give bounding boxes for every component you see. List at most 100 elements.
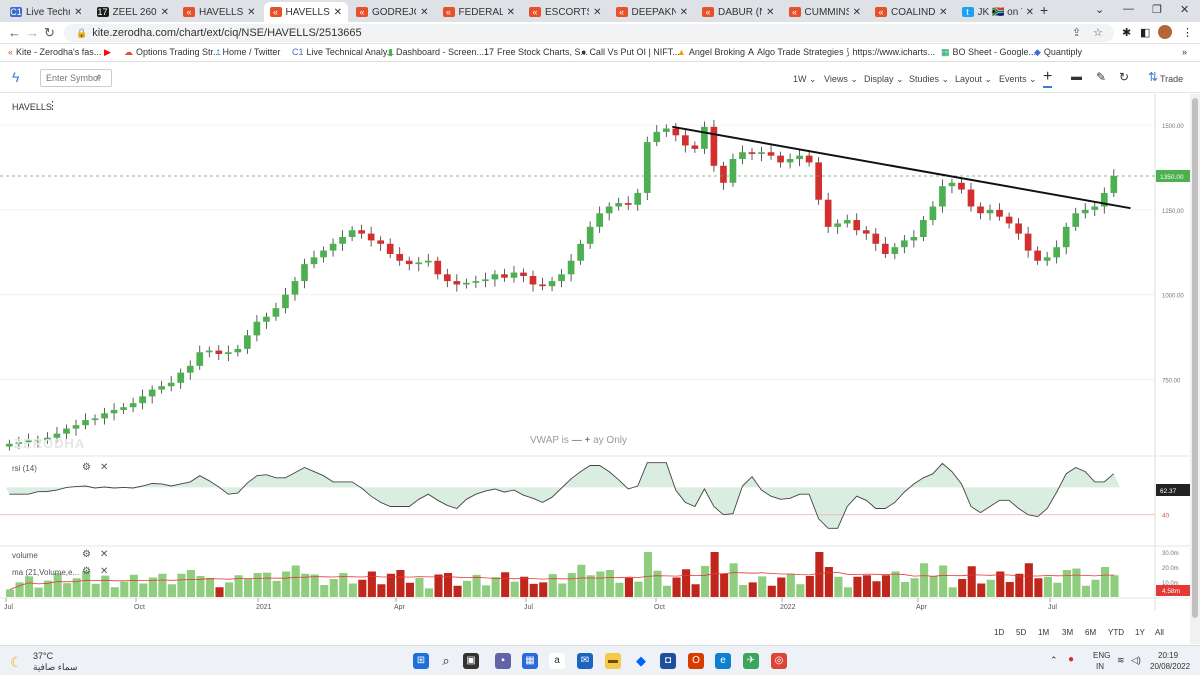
browser-tab-10[interactable]: « COALINDIA (✕	[869, 2, 954, 22]
profile-avatar[interactable]	[1158, 25, 1172, 39]
bookmark-item[interactable]: ◆ Quantiply	[1034, 47, 1082, 58]
menu-layout[interactable]: Layout ⌄	[955, 74, 992, 85]
vwap-toggle-icon[interactable]: — +	[572, 435, 591, 446]
windows-start-icon[interactable]: ⊞	[413, 653, 429, 669]
weather-temp[interactable]: 37°C	[33, 651, 53, 661]
chrome-browser-icon[interactable]: ◎	[771, 653, 787, 669]
bookmark-item[interactable]: ▦ BO Sheet - Google...	[941, 47, 1036, 58]
task-view-icon[interactable]: ▣	[463, 653, 479, 669]
trade-icon[interactable]: ⇅	[1148, 70, 1158, 84]
tab-close-icon[interactable]: ✕	[680, 7, 688, 18]
volume-close-icon[interactable]: ✕	[100, 549, 108, 560]
tray-app-icon[interactable]: ●	[1068, 654, 1074, 665]
bookmark-item[interactable]: ▶	[104, 47, 114, 58]
close-window-icon[interactable]: ✕	[1180, 3, 1189, 16]
menu-views[interactable]: Views ⌄	[824, 74, 858, 85]
bookmark-item[interactable]: ▲ Angel Broking	[677, 47, 745, 57]
tab-close-icon[interactable]: ✕	[74, 7, 82, 18]
tab-close-icon[interactable]: ✕	[593, 7, 601, 18]
tab-close-icon[interactable]: ✕	[334, 7, 342, 18]
ma-close-icon[interactable]: ✕	[100, 566, 108, 577]
minimize-icon[interactable]: —	[1123, 3, 1134, 15]
extensions-icon[interactable]: ✱	[1122, 26, 1131, 39]
range-button-3m[interactable]: 3M	[1062, 628, 1073, 637]
rsi-settings-gear-icon[interactable]: ⚙	[82, 462, 91, 473]
tab-close-icon[interactable]: ✕	[766, 7, 774, 18]
new-tab-button[interactable]: +	[1040, 2, 1048, 18]
wifi-icon[interactable]: ≋	[1117, 655, 1125, 666]
range-button-1y[interactable]: 1Y	[1135, 628, 1145, 637]
back-icon[interactable]: ←	[8, 25, 21, 40]
tab-close-icon[interactable]: ✕	[161, 7, 169, 18]
notepad-icon[interactable]: a	[549, 653, 565, 669]
crosshair-icon[interactable]: +	[1043, 68, 1053, 88]
browser-tab-6[interactable]: « ESCORTS (NS✕	[523, 2, 608, 22]
more-bookmarks-icon[interactable]: »	[1182, 47, 1187, 57]
range-button-all[interactable]: All	[1155, 628, 1164, 637]
menu-events[interactable]: Events ⌄	[999, 74, 1037, 85]
store-icon[interactable]: ◘	[660, 653, 676, 669]
menu-display[interactable]: Display ⌄	[864, 74, 904, 85]
range-button-ytd[interactable]: YTD	[1108, 628, 1124, 637]
tab-close-icon[interactable]: ✕	[853, 7, 861, 18]
range-button-1d[interactable]: 1D	[994, 628, 1004, 637]
bookmark-item[interactable]: ☁ Options Trading Str...	[124, 47, 221, 58]
volume-settings-gear-icon[interactable]: ⚙	[82, 549, 91, 560]
chart-container[interactable]: 1500.00 1250.00 1000.00 750.00 1350.00 62.37 4…	[0, 94, 1200, 622]
bookmark-item[interactable]: t Home / Twitter	[217, 47, 280, 57]
language-indicator[interactable]: ENG	[1093, 651, 1110, 660]
tab-close-icon[interactable]: ✕	[507, 7, 515, 18]
reset-icon[interactable]: ↻	[1119, 70, 1129, 84]
range-button-6m[interactable]: 6M	[1085, 628, 1096, 637]
bookmark-star-icon[interactable]: ☆	[1093, 26, 1103, 39]
browser-tab-8[interactable]: « DABUR (NSE) ✕	[696, 2, 781, 22]
browser-tab-4[interactable]: « GODREJCP (N ✕	[350, 2, 435, 22]
reload-icon[interactable]: ↻	[44, 25, 55, 41]
tab-close-icon[interactable]: ✕	[939, 7, 947, 18]
browser-tab-0[interactable]: C1 Live Technica ✕	[4, 2, 89, 22]
symbol-options-icon[interactable]: ⋮	[47, 99, 58, 112]
forward-icon[interactable]: →	[26, 25, 39, 40]
scrollbar-thumb[interactable]	[1192, 98, 1198, 618]
browser-tab-7[interactable]: «DEEPAKNTR (✕	[610, 2, 695, 22]
dropbox-icon[interactable]: ◆	[633, 653, 649, 669]
bookmark-item[interactable]: «Kite - Zerodha's fas...	[8, 47, 101, 57]
edge-browser-icon[interactable]: e	[715, 653, 731, 669]
restore-icon[interactable]: ❐	[1152, 3, 1162, 16]
browser-tab-9[interactable]: «CUMMINSIN ✕	[783, 2, 868, 22]
range-button-5d[interactable]: 5D	[1016, 628, 1026, 637]
teams-chat-icon[interactable]: ▪	[495, 653, 511, 669]
rsi-close-icon[interactable]: ✕	[100, 462, 108, 473]
range-button-1m[interactable]: 1M	[1038, 628, 1049, 637]
bookmark-item[interactable]: ▮ Dashboard - Screen...	[388, 47, 484, 58]
tab-search-icon[interactable]: ⌄	[1095, 3, 1104, 16]
bookmark-item[interactable]: A Algo Trade Strategies	[748, 47, 844, 57]
trade-button[interactable]: Trade	[1160, 74, 1183, 84]
tab-close-icon[interactable]: ✕	[1026, 7, 1034, 18]
chat-app-icon[interactable]: ✈	[743, 653, 759, 669]
share-icon[interactable]: ⇪	[1072, 26, 1081, 39]
interval-selector[interactable]: 1W ⌄	[793, 74, 817, 85]
clock-time[interactable]: 20:19	[1158, 651, 1178, 660]
tab-close-icon[interactable]: ✕	[247, 7, 255, 18]
browser-menu-icon[interactable]: ⋮	[1182, 26, 1193, 39]
lightning-icon[interactable]: ϟ	[12, 69, 19, 85]
page-scrollbar[interactable]	[1190, 94, 1200, 644]
ma-settings-gear-icon[interactable]: ⚙	[82, 566, 91, 577]
volume-icon[interactable]: ◁)	[1131, 655, 1141, 666]
mail-icon[interactable]: ✉	[577, 653, 593, 669]
draw-pencil-icon[interactable]: ✎	[1096, 70, 1106, 84]
weather-moon-icon[interactable]: ☾	[10, 654, 23, 671]
bookmark-item[interactable]: C1 Live Technical Analy...	[292, 47, 394, 57]
file-explorer-icon[interactable]: ▬	[605, 653, 621, 669]
side-panel-icon[interactable]: ◧	[1140, 26, 1150, 39]
menu-studies[interactable]: Studies ⌄	[909, 74, 949, 85]
price-chart-svg[interactable]: 1500.00 1250.00 1000.00 750.00 1350.00 62.37 4…	[0, 94, 1190, 622]
search-icon[interactable]: ⌕	[438, 653, 454, 669]
bookmark-item[interactable]: ● Call Vs Put OI | NIFT...	[581, 47, 680, 57]
search-icon[interactable]: ⌕	[96, 71, 102, 84]
browser-tab-5[interactable]: «FEDERALBNK ✕	[437, 2, 522, 22]
browser-tab-1[interactable]: 17ZEEL 260.25 ↓ ✕	[91, 2, 176, 22]
tab-close-icon[interactable]: ✕	[420, 7, 428, 18]
office-icon[interactable]: O	[688, 653, 704, 669]
